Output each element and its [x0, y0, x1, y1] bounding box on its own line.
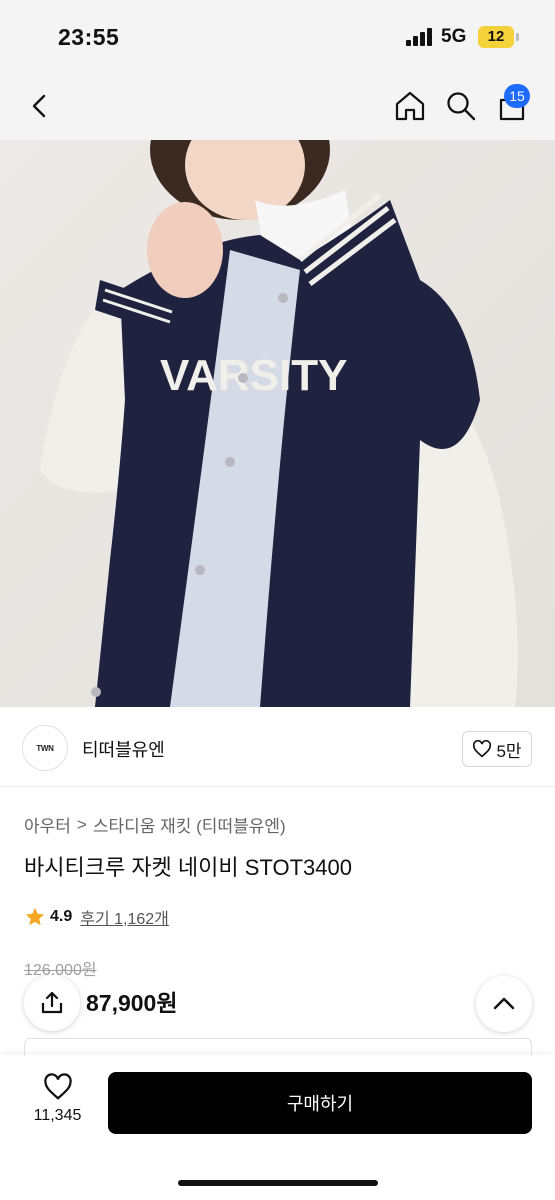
- share-icon: [41, 991, 63, 1014]
- scroll-top-button[interactable]: [476, 976, 532, 1032]
- brand-logo[interactable]: TWN: [22, 725, 68, 771]
- star-icon: [25, 907, 45, 926]
- breadcrumb-separator: >: [76, 814, 87, 834]
- wishlist-count: 11,345: [33, 1107, 82, 1124]
- brand-name[interactable]: 티떠블유엔: [82, 736, 165, 762]
- nav-bar: [0, 72, 555, 140]
- breadcrumb-category[interactable]: 아우터: [24, 812, 71, 837]
- battery-nub: [516, 33, 519, 41]
- brand-logo-text: TWN: [36, 743, 54, 753]
- product-image[interactable]: VARSITY: [0, 140, 555, 707]
- brand-like-button[interactable]: 5만: [462, 731, 532, 767]
- status-time: 23:55: [58, 24, 120, 50]
- cart-count-badge: 15: [504, 84, 530, 108]
- signal-icon: [406, 28, 434, 46]
- status-bar: 23:55 5G 12: [0, 0, 555, 72]
- back-button[interactable]: [20, 86, 60, 126]
- chevron-up-icon: [493, 997, 515, 1010]
- wishlist-button[interactable]: 11,345: [20, 1073, 95, 1133]
- home-button[interactable]: [390, 86, 430, 126]
- bottom-action-bar: 11,345 구매하기: [0, 1055, 555, 1200]
- jacket-lettering: VARSITY: [160, 351, 347, 400]
- network-type: 5G: [441, 26, 467, 47]
- rating-value: 4.9: [50, 908, 73, 925]
- buy-button[interactable]: 구매하기: [108, 1072, 532, 1134]
- battery-icon: 12: [478, 26, 514, 48]
- breadcrumb-subcategory[interactable]: 스타디움 재킷 (티떠블유엔): [93, 812, 286, 837]
- jacket-photo: VARSITY: [0, 140, 555, 707]
- search-icon: [447, 92, 476, 121]
- sale-price: 87,900원: [86, 990, 178, 1016]
- home-icon: [395, 91, 425, 121]
- share-button[interactable]: [24, 975, 80, 1031]
- product-title: 바시티크루 자켓 네이비 STOT3400: [24, 855, 352, 880]
- brand-row[interactable]: TWN 티떠블유엔 5만: [0, 707, 555, 787]
- review-link[interactable]: 후기 1,162개: [80, 905, 169, 929]
- home-indicator: [178, 1180, 378, 1186]
- rating-row: 4.9 후기 1,162개: [24, 905, 169, 929]
- brand-like-count: 5만: [496, 741, 522, 761]
- heart-icon: [43, 1073, 72, 1100]
- heart-icon: [473, 740, 492, 758]
- chevron-left-icon: [32, 94, 46, 118]
- breadcrumb: 아우터 > 스타디움 재킷 (티떠블유엔): [24, 812, 286, 837]
- search-button[interactable]: [441, 86, 481, 126]
